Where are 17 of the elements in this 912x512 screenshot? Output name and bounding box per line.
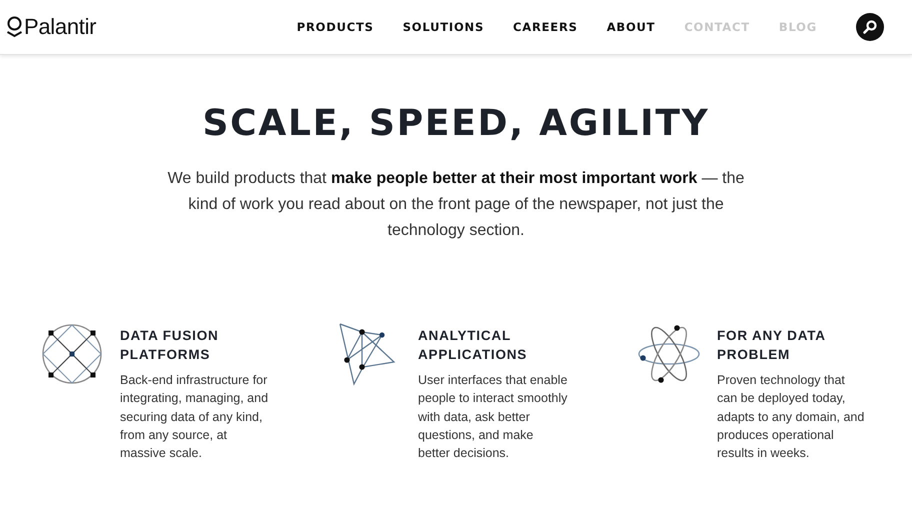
- logo-text[interactable]: Palantir: [24, 14, 96, 40]
- nav-link[interactable]: SOLUTIONS: [402, 20, 484, 34]
- nav-link[interactable]: PRODUCTS: [296, 20, 374, 34]
- intro-paragraph: We build products that make people better at their most important work — the kind of work you read about on the front page of the newspaper, not just the technology section.: [166, 169, 746, 241]
- feature-description: Back-end infrastructure for integrating, managing, and securing data of any kind, from any source, at massive scale.: [120, 372, 270, 462]
- search-icon: [862, 19, 878, 35]
- feature-description: Proven technology that can be deployed today, adapts to any domain, and produces operational results in weeks.: [717, 372, 866, 462]
- circle-grid-icon: [40, 322, 104, 386]
- feature-title: DATA FUSION PLATFORMS: [120, 327, 220, 364]
- feature-title: FOR ANY DATA PROBLEM: [717, 327, 826, 364]
- feature-description: User interfaces that enable people to interact smoothly with data, ask better questions, and make better decisions.: [418, 372, 568, 462]
- feature-title: ANALYTICAL APPLICATIONS: [418, 327, 528, 364]
- logo-icon: [6, 16, 23, 38]
- headline: SCALE, SPEED, AGILITY: [202, 103, 710, 144]
- nav-link[interactable]: ABOUT: [606, 20, 656, 34]
- nav-link[interactable]: CAREERS: [513, 20, 578, 34]
- search-button[interactable]: [856, 13, 884, 41]
